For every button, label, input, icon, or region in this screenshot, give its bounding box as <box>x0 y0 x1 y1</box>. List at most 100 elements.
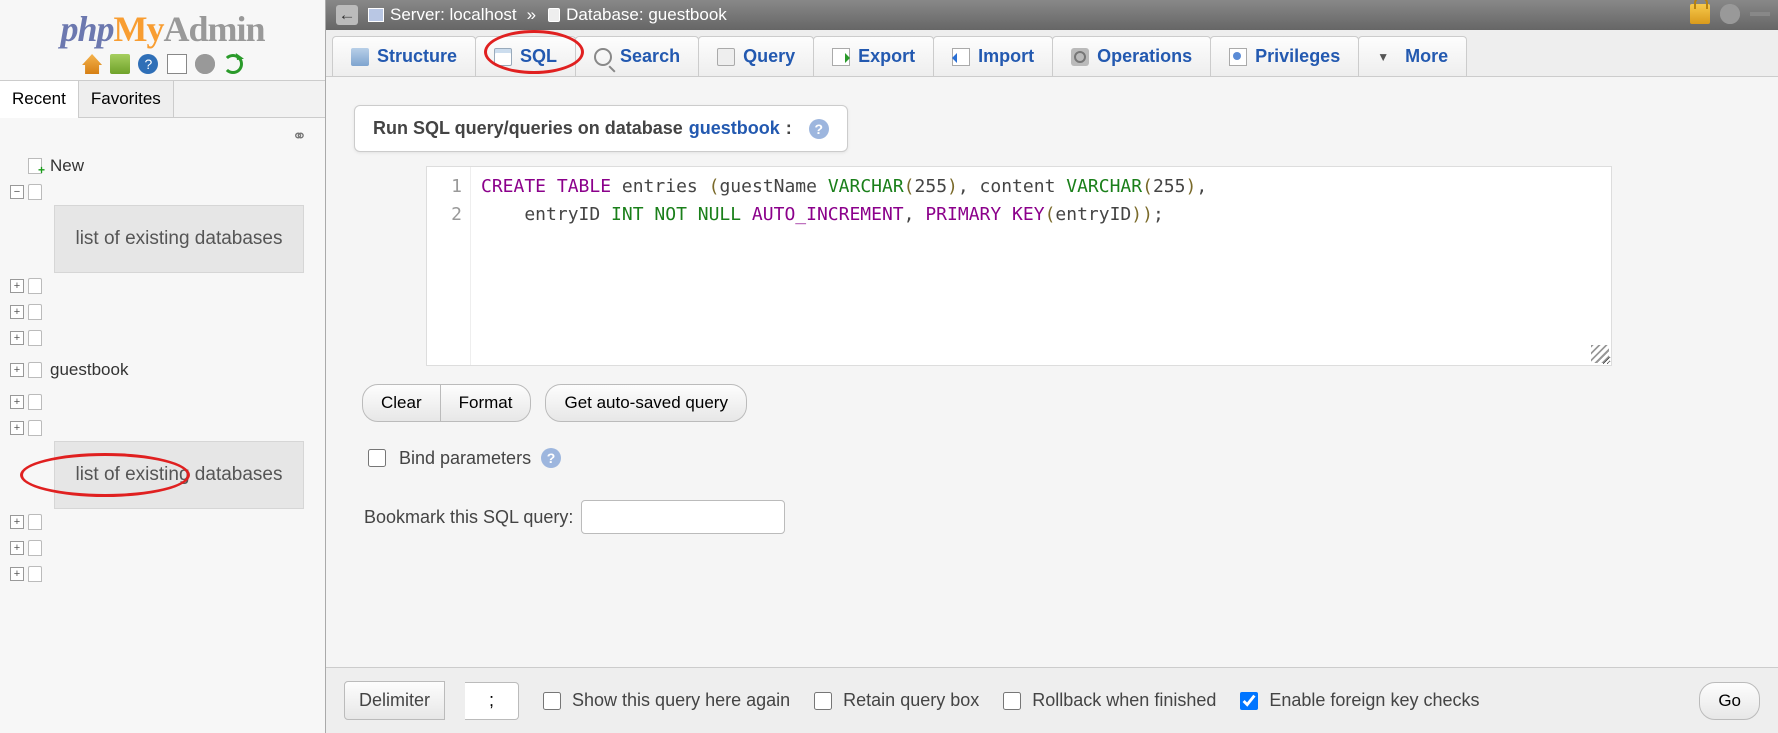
tree-db-guestbook[interactable]: + guestbook <box>6 357 325 383</box>
link-tables-icon[interactable]: ⚭ <box>0 118 325 153</box>
tree-new-database[interactable]: New <box>6 153 325 179</box>
fk-option[interactable]: Enable foreign key checks <box>1236 689 1479 713</box>
database-icon <box>28 394 42 410</box>
expand-icon[interactable]: + <box>10 331 24 345</box>
lock-icon[interactable] <box>1690 4 1710 24</box>
tree-db-row[interactable]: + <box>6 415 325 441</box>
sidebar-quick-icons <box>0 52 325 80</box>
help-icon[interactable]: ? <box>541 448 561 468</box>
import-icon <box>952 48 970 66</box>
tab-more[interactable]: More <box>1358 36 1467 76</box>
tree-db-row[interactable]: + <box>6 299 325 325</box>
expand-icon[interactable]: + <box>10 279 24 293</box>
box-title-dbname[interactable]: guestbook <box>689 118 780 139</box>
tab-structure[interactable]: Structure <box>332 36 476 76</box>
get-autosaved-button[interactable]: Get auto-saved query <box>545 384 746 422</box>
query-icon <box>717 48 735 66</box>
scroll-top-icon[interactable] <box>1750 4 1770 24</box>
tab-query[interactable]: Query <box>698 36 814 76</box>
database-tree: New − list of existing databases + + + +… <box>6 153 325 587</box>
crumb-server-value[interactable]: localhost <box>450 5 517 25</box>
logout-icon[interactable] <box>110 54 130 74</box>
breadcrumb-bar: ← Server: localhost » Database: guestboo… <box>326 0 1778 30</box>
main-tabs: Structure SQL Search Query Export Import… <box>326 30 1778 77</box>
server-icon <box>368 8 384 22</box>
bind-parameters-checkbox[interactable] <box>368 449 386 467</box>
database-icon <box>28 566 42 582</box>
tree-db-row[interactable]: − <box>6 179 325 205</box>
database-icon <box>28 184 42 200</box>
rollback-option[interactable]: Rollback when finished <box>999 689 1216 713</box>
bookmark-input[interactable] <box>581 500 785 534</box>
retain-checkbox[interactable] <box>814 692 832 710</box>
delimiter-label: Delimiter <box>344 681 445 720</box>
go-button[interactable]: Go <box>1699 682 1760 720</box>
editor-gutter: 12 <box>427 167 471 365</box>
expand-icon[interactable]: + <box>10 305 24 319</box>
sidebar-tabs: Recent Favorites <box>0 80 325 118</box>
crumb-db-label: Database: <box>566 5 644 25</box>
sql-editor[interactable]: 12 CREATE TABLE entries (guestName VARCH… <box>426 166 1612 366</box>
expand-icon[interactable]: + <box>10 515 24 529</box>
expand-icon[interactable]: + <box>10 421 24 435</box>
reload-icon[interactable] <box>223 54 243 74</box>
help-icon[interactable]: ? <box>809 119 829 139</box>
tab-privileges[interactable]: Privileges <box>1210 36 1359 76</box>
tree-db-row[interactable]: + <box>6 273 325 299</box>
tab-search[interactable]: Search <box>575 36 699 76</box>
show-again-checkbox[interactable] <box>543 692 561 710</box>
editor-code[interactable]: CREATE TABLE entries (guestName VARCHAR(… <box>471 167 1611 365</box>
tree-db-row[interactable]: + <box>6 389 325 415</box>
tab-export[interactable]: Export <box>813 36 934 76</box>
tree-db-row[interactable]: + <box>6 509 325 535</box>
database-icon <box>28 540 42 556</box>
box-title-prefix: Run SQL query/queries on database <box>373 118 683 139</box>
tree-db-row[interactable]: + <box>6 561 325 587</box>
database-icon <box>28 514 42 530</box>
rollback-checkbox[interactable] <box>1003 692 1021 710</box>
navigation-sidebar: phpMyAdmin Recent Favorites ⚭ New − list… <box>0 0 326 733</box>
tree-db-row[interactable]: + <box>6 325 325 351</box>
operations-icon <box>1071 48 1089 66</box>
tab-sql[interactable]: SQL <box>475 36 576 76</box>
sql-doc-icon[interactable] <box>167 54 187 74</box>
sql-footer-bar: Delimiter Show this query here again Ret… <box>326 667 1778 733</box>
show-again-option[interactable]: Show this query here again <box>539 689 790 713</box>
database-icon <box>28 330 42 346</box>
database-icon <box>28 420 42 436</box>
clear-button[interactable]: Clear <box>362 384 441 422</box>
page-settings-icon[interactable] <box>1720 4 1740 24</box>
delimiter-input[interactable] <box>465 682 519 720</box>
expand-icon[interactable]: + <box>10 363 24 377</box>
search-icon <box>594 48 612 66</box>
database-icon <box>548 8 560 22</box>
crumb-db-value[interactable]: guestbook <box>648 5 726 25</box>
docs-icon[interactable] <box>138 54 158 74</box>
collapse-icon[interactable]: − <box>10 185 24 199</box>
database-icon <box>28 304 42 320</box>
db-list-placeholder-1: list of existing databases <box>54 205 304 273</box>
tab-operations[interactable]: Operations <box>1052 36 1211 76</box>
fk-checkbox[interactable] <box>1240 692 1258 710</box>
expand-icon[interactable]: + <box>10 395 24 409</box>
editor-resize-handle[interactable] <box>1591 345 1609 363</box>
format-button[interactable]: Format <box>440 384 532 422</box>
tab-import[interactable]: Import <box>933 36 1053 76</box>
bind-parameters-label: Bind parameters <box>399 448 531 469</box>
structure-icon <box>351 48 369 66</box>
tab-recent[interactable]: Recent <box>0 80 79 118</box>
back-button[interactable]: ← <box>336 5 358 25</box>
retain-option[interactable]: Retain query box <box>810 689 979 713</box>
tree-db-row[interactable]: + <box>6 535 325 561</box>
sql-icon <box>494 48 512 66</box>
sql-query-heading-box: Run SQL query/queries on database guestb… <box>354 105 848 152</box>
expand-icon[interactable]: + <box>10 541 24 555</box>
settings-icon[interactable] <box>195 54 215 74</box>
home-icon[interactable] <box>82 54 102 74</box>
tab-favorites[interactable]: Favorites <box>78 80 174 118</box>
privileges-icon <box>1229 48 1247 66</box>
expand-icon[interactable]: + <box>10 567 24 581</box>
box-title-suffix: : <box>786 118 792 139</box>
new-database-icon <box>28 158 42 174</box>
database-icon <box>28 362 42 378</box>
